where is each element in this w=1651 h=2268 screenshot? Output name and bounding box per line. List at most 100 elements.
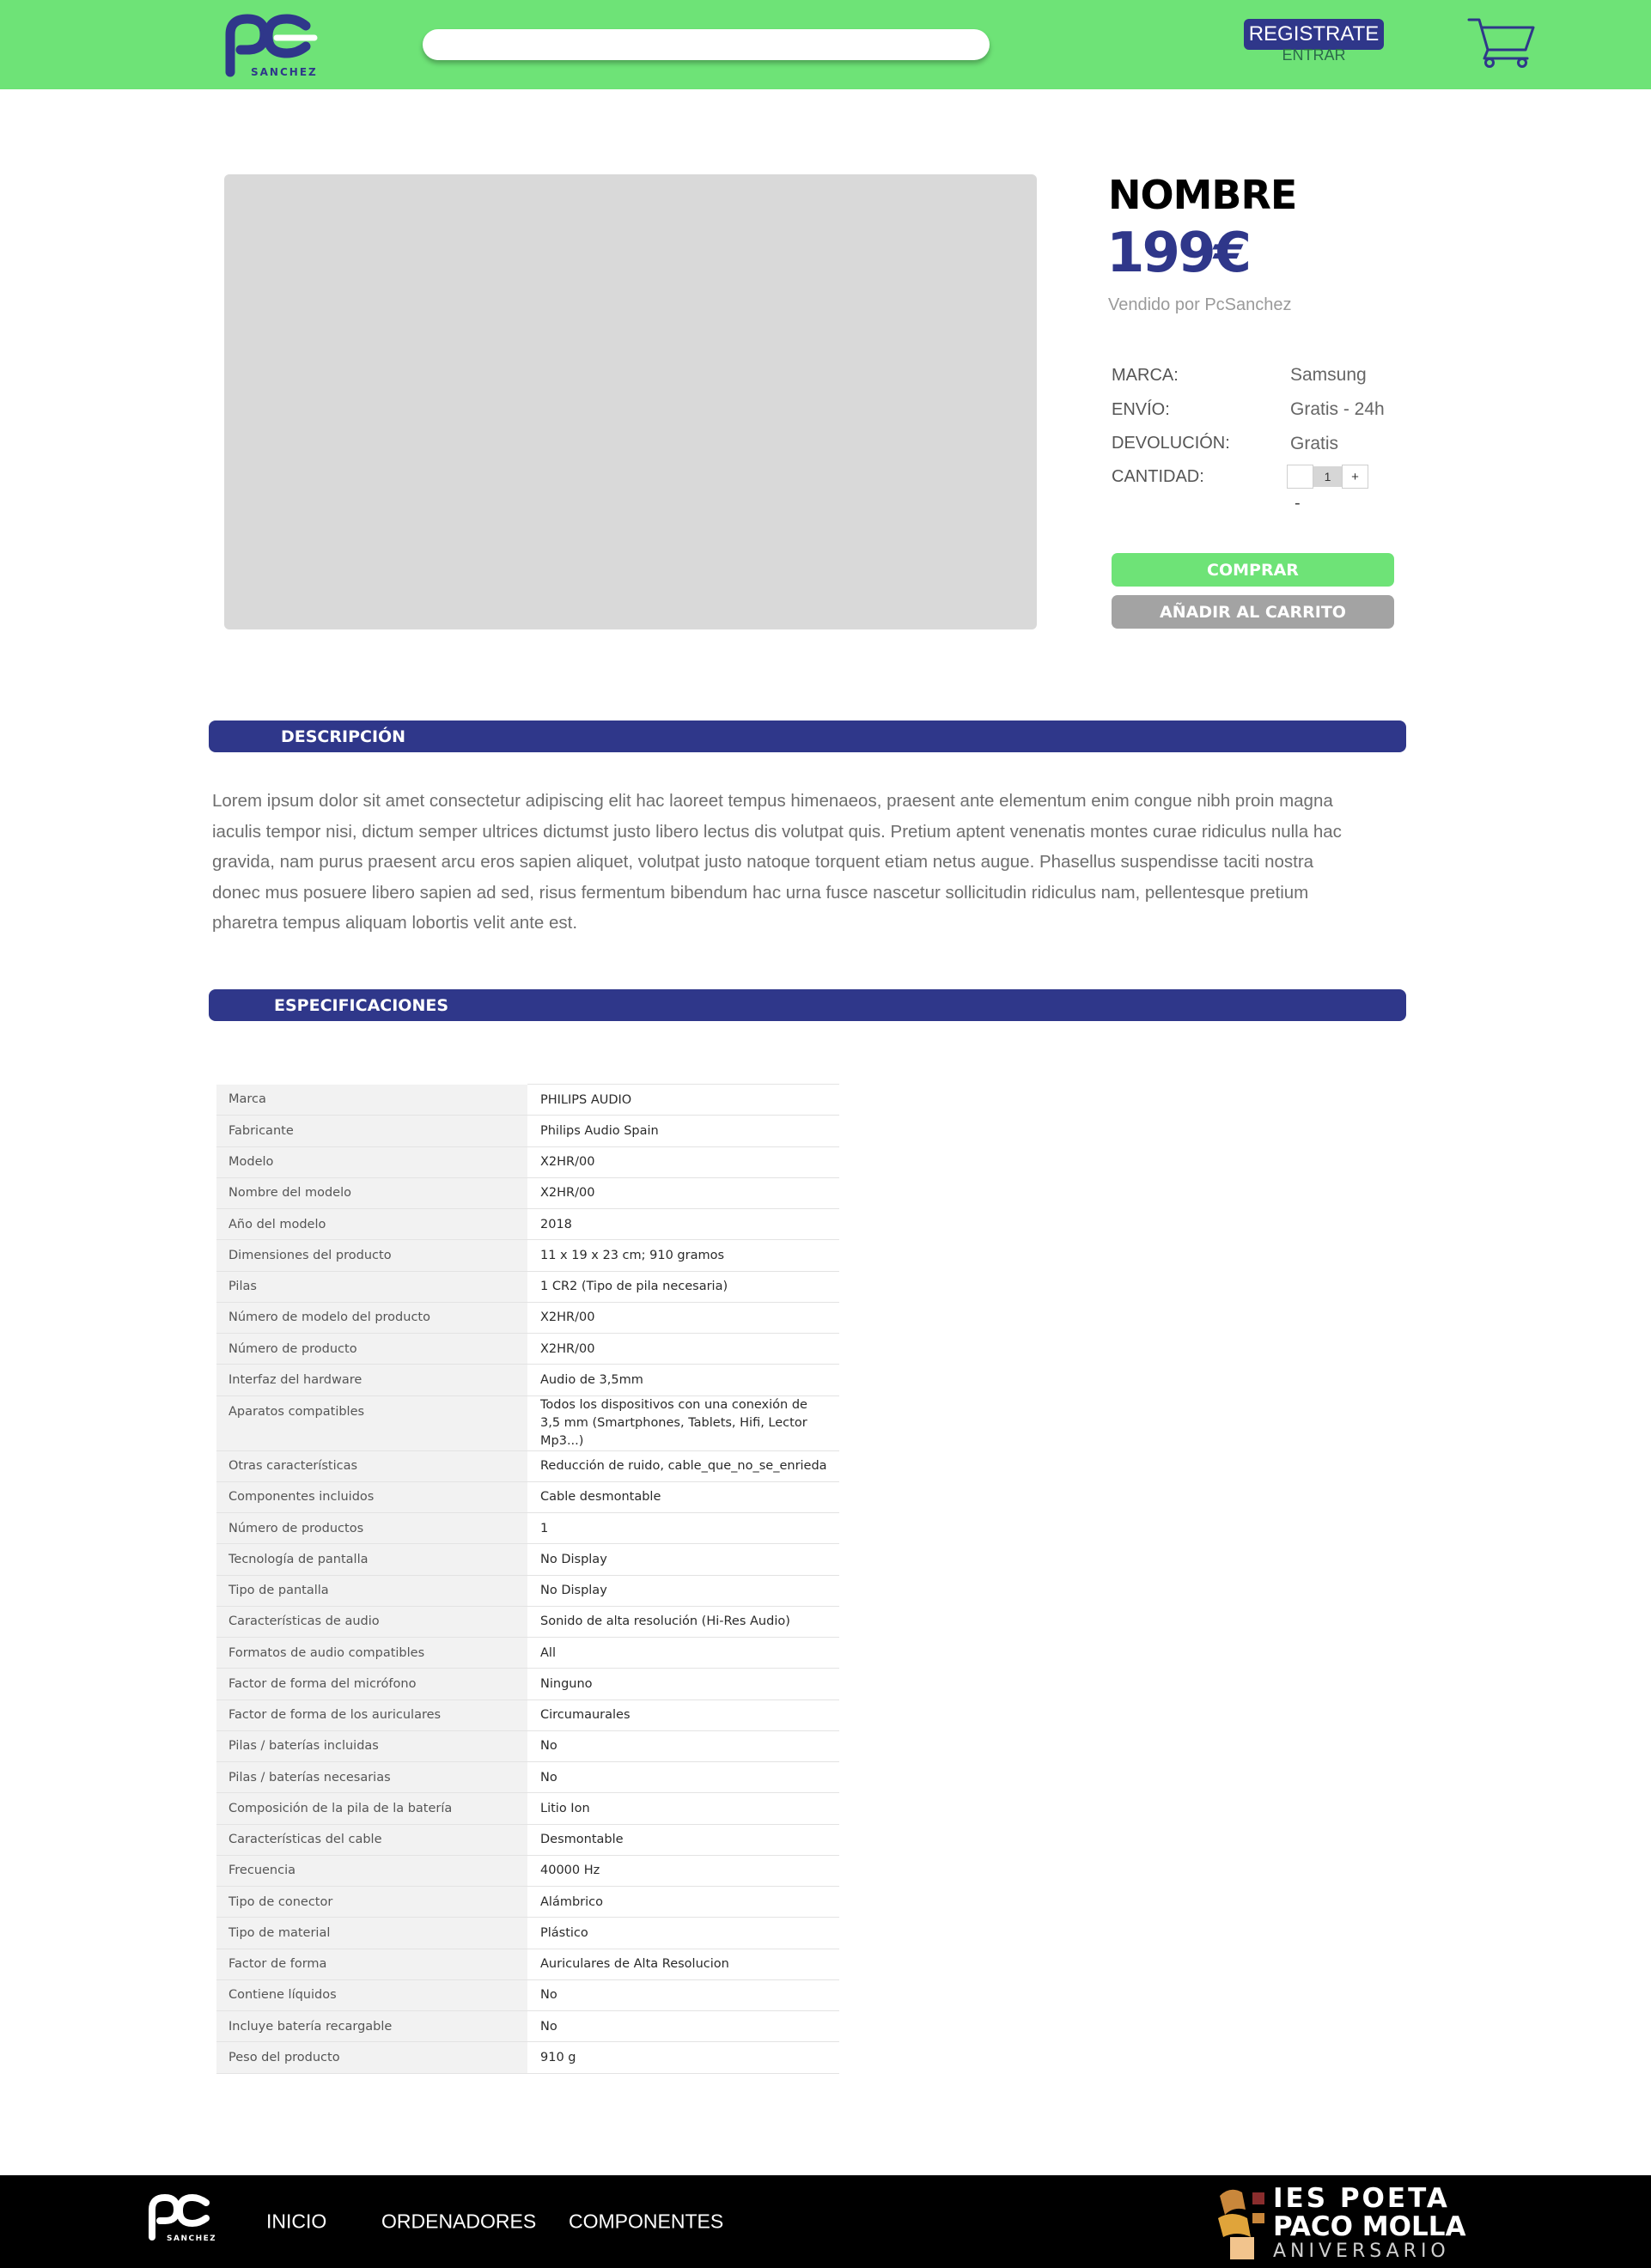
spec-key: Año del modelo	[216, 1208, 527, 1241]
table-row: Tecnología de pantalla No Display	[216, 1543, 839, 1576]
table-row: Número de producto X2HR/00	[216, 1333, 839, 1365]
table-row: Tipo de conector Alámbrico	[216, 1886, 839, 1918]
description-heading: DESCRIPCIÓN	[209, 721, 1406, 752]
spec-key: Frecuencia	[216, 1855, 527, 1888]
spec-key: Tipo de conector	[216, 1886, 527, 1918]
table-row: Formatos de audio compatibles All	[216, 1637, 839, 1669]
spec-key: Tipo de material	[216, 1917, 527, 1949]
spec-value: 1	[527, 1512, 839, 1545]
table-row: Interfaz del hardware Audio de 3,5mm	[216, 1364, 839, 1396]
register-button[interactable]: REGISTRATE	[1244, 19, 1384, 50]
table-row: Fabricante Philips Audio Spain	[216, 1115, 839, 1147]
spec-value: No	[527, 2010, 839, 2043]
description-text: Lorem ipsum dolor sit amet consectetur a…	[212, 791, 1342, 933]
site-footer: SANCHEZ INICIO ORDENADORES COMPONENTES I…	[0, 2175, 1651, 2268]
spec-value: Alámbrico	[527, 1886, 839, 1918]
specifications-table: Marca PHILIPS AUDIO Fabricante Philips Aud…	[216, 1083, 839, 2074]
school-name-line2: PACO MOLLA	[1273, 2211, 1466, 2242]
table-row: Marca PHILIPS AUDIO	[216, 1083, 839, 1116]
footer-link-ordenadores[interactable]: ORDENADORES	[381, 2210, 536, 2234]
table-row: Factor de forma del micrófono Ninguno	[216, 1668, 839, 1700]
returns-label: DEVOLUCIÓN:	[1112, 434, 1230, 453]
table-row: Número de productos 1	[216, 1512, 839, 1545]
school-name-line1: IES POETA	[1273, 2183, 1450, 2214]
spec-key: Incluye batería recargable	[216, 2010, 527, 2043]
table-row: Características del cable Desmontable	[216, 1824, 839, 1856]
spec-value: 40000 Hz	[527, 1855, 839, 1888]
product-name: NOMBRE	[1108, 172, 1297, 218]
spec-key: Contiene líquidos	[216, 1979, 527, 2012]
spec-value: Desmontable	[527, 1824, 839, 1856]
table-row: Otras características Reducción de ruido,…	[216, 1450, 839, 1482]
spec-value: No Display	[527, 1543, 839, 1576]
spec-key: Fabricante	[216, 1115, 527, 1147]
product-image	[224, 174, 1037, 629]
spec-key: Nombre del modelo	[216, 1177, 527, 1210]
spec-value: Litio Ion	[527, 1792, 839, 1825]
spec-value: X2HR/00	[527, 1302, 839, 1335]
spec-value: PHILIPS AUDIO	[527, 1083, 839, 1116]
spec-value: Reducción de ruido, cable_que_no_se_enri…	[527, 1450, 839, 1482]
table-row: Modelo X2HR/00	[216, 1146, 839, 1178]
table-row: Tipo de material Plástico	[216, 1917, 839, 1949]
table-row: Número de modelo del producto X2HR/00	[216, 1302, 839, 1335]
table-row: Contiene líquidos No	[216, 1979, 839, 2012]
school-name-line3: ANIVERSARIO	[1273, 2241, 1450, 2262]
returns-value: Gratis	[1290, 434, 1339, 453]
pc-sanchez-logo[interactable]: SANCHEZ	[148, 2192, 215, 2244]
add-to-cart-button[interactable]: AÑADIR AL CARRITO	[1112, 595, 1394, 629]
spec-key: Aparatos compatibles	[216, 1395, 527, 1451]
spec-key: Dimensiones del producto	[216, 1239, 527, 1272]
spec-key: Pilas / baterías necesarias	[216, 1761, 527, 1794]
footer-link-componentes[interactable]: COMPONENTES	[569, 2210, 723, 2234]
spec-value: X2HR/00	[527, 1177, 839, 1210]
spec-value: 910 g	[527, 2041, 839, 2074]
seller-text: Vendido por PcSanchez	[1108, 295, 1292, 314]
footer-link-inicio[interactable]: INICIO	[266, 2210, 326, 2234]
table-row: Componentes incluidos Cable desmontable	[216, 1481, 839, 1514]
spec-key: Número de producto	[216, 1333, 527, 1365]
spec-value: X2HR/00	[527, 1333, 839, 1365]
spec-key: Características de audio	[216, 1606, 527, 1639]
table-row: Aparatos compatibles Todos los dispositiv…	[216, 1395, 839, 1451]
search-input[interactable]	[423, 29, 990, 60]
login-link[interactable]: ENTRAR	[1244, 46, 1384, 64]
table-row: Frecuencia 40000 Hz	[216, 1855, 839, 1888]
spec-value: Sonido de alta resolución (Hi-Res Audio)	[527, 1606, 839, 1639]
spec-key: Formatos de audio compatibles	[216, 1637, 527, 1669]
spec-key: Características del cable	[216, 1824, 527, 1856]
spec-key: Tipo de pantalla	[216, 1575, 527, 1607]
spec-value: 2018	[527, 1208, 839, 1241]
table-row: Peso del producto 910 g	[216, 2041, 839, 2074]
spec-key: Modelo	[216, 1146, 527, 1178]
spec-value: 1 CR2 (Tipo de pila necesaria)	[527, 1271, 839, 1303]
spec-value: Plástico	[527, 1917, 839, 1949]
table-row: Dimensiones del producto 11 x 19 x 23 cm;…	[216, 1239, 839, 1272]
spec-value: Cable desmontable	[527, 1481, 839, 1514]
spec-value: X2HR/00	[527, 1146, 839, 1178]
spec-value: 11 x 19 x 23 cm; 910 gramos	[527, 1239, 839, 1272]
spec-value: No	[527, 1730, 839, 1763]
quantity-input[interactable]	[1313, 466, 1342, 487]
spec-value: No	[527, 1979, 839, 2012]
quantity-decrement-button[interactable]: -	[1295, 494, 1301, 514]
spec-value: Audio de 3,5mm	[527, 1364, 839, 1396]
buy-button[interactable]: COMPRAR	[1112, 553, 1394, 587]
spec-value: Circumaurales	[527, 1699, 839, 1731]
quantity-increment-button[interactable]: +	[1342, 465, 1368, 489]
pc-sanchez-logo[interactable]: SANCHEZ	[225, 12, 321, 81]
table-row: Año del modelo 2018	[216, 1208, 839, 1241]
shipping-label: ENVÍO:	[1112, 400, 1170, 419]
table-row: Características de audio Sonido de alta r…	[216, 1606, 839, 1639]
cart-icon[interactable]	[1467, 15, 1536, 69]
svg-text:SANCHEZ: SANCHEZ	[167, 2235, 215, 2243]
table-row: Composición de la pila de la batería Liti…	[216, 1792, 839, 1825]
spec-key: Número de productos	[216, 1512, 527, 1545]
spec-value: Ninguno	[527, 1668, 839, 1700]
site-header: SANCHEZ REGISTRATE ENTRAR	[0, 0, 1651, 89]
spec-value: No	[527, 1761, 839, 1794]
brand-label: MARCA:	[1112, 366, 1179, 385]
table-row: Pilas / baterías necesarias No	[216, 1761, 839, 1794]
quantity-decrement-box[interactable]	[1287, 465, 1313, 489]
spec-value: No Display	[527, 1575, 839, 1607]
